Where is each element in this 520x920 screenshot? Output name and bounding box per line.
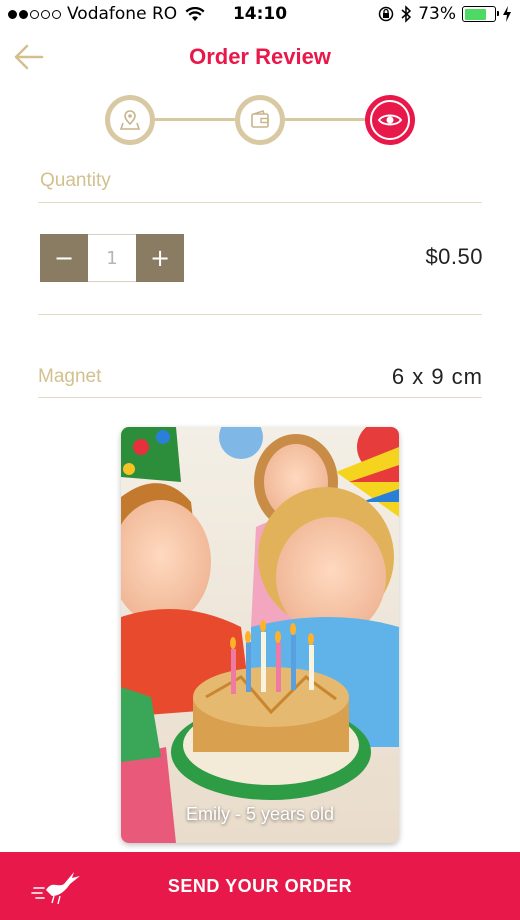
divider — [38, 314, 482, 315]
step-payment[interactable] — [235, 95, 285, 145]
quantity-value[interactable]: 1 — [88, 234, 136, 282]
quantity-stepper: − 1 + — [40, 234, 184, 282]
divider — [38, 202, 482, 203]
charging-bolt-icon — [503, 6, 511, 22]
product-label: Magnet — [38, 366, 102, 387]
battery-icon — [462, 6, 499, 22]
divider — [38, 397, 482, 398]
page-title: Order Review — [189, 44, 331, 69]
product-size: 6 x 9 cm — [391, 364, 483, 389]
eye-icon — [377, 114, 403, 126]
location-icon — [119, 110, 141, 130]
step-connector — [285, 118, 365, 121]
photo-preview[interactable]: Emily - 5 years old — [121, 427, 399, 843]
send-order-button[interactable]: SEND YOUR ORDER — [0, 852, 520, 920]
decrement-button[interactable]: − — [40, 234, 88, 282]
step-connector — [155, 118, 235, 121]
progress-steps — [105, 95, 415, 145]
price: $0.50 — [425, 244, 483, 269]
increment-button[interactable]: + — [136, 234, 184, 282]
battery-level — [464, 8, 486, 20]
rotation-lock-icon — [378, 6, 394, 22]
step-review[interactable] — [365, 95, 415, 145]
wallet-icon — [251, 109, 269, 128]
status-bar: Vodafone RO 14:10 73% — [0, 0, 520, 30]
birthday-photo — [121, 427, 399, 843]
step-address[interactable] — [105, 95, 155, 145]
bluetooth-icon — [401, 5, 412, 23]
photo-caption: Emily - 5 years old — [185, 804, 335, 824]
battery-percent: 73% — [418, 4, 456, 24]
stork-icon — [31, 872, 80, 905]
quantity-label: Quantity — [40, 170, 111, 191]
send-order-label: SEND YOUR ORDER — [167, 875, 353, 896]
status-right: 73% — [378, 4, 512, 24]
